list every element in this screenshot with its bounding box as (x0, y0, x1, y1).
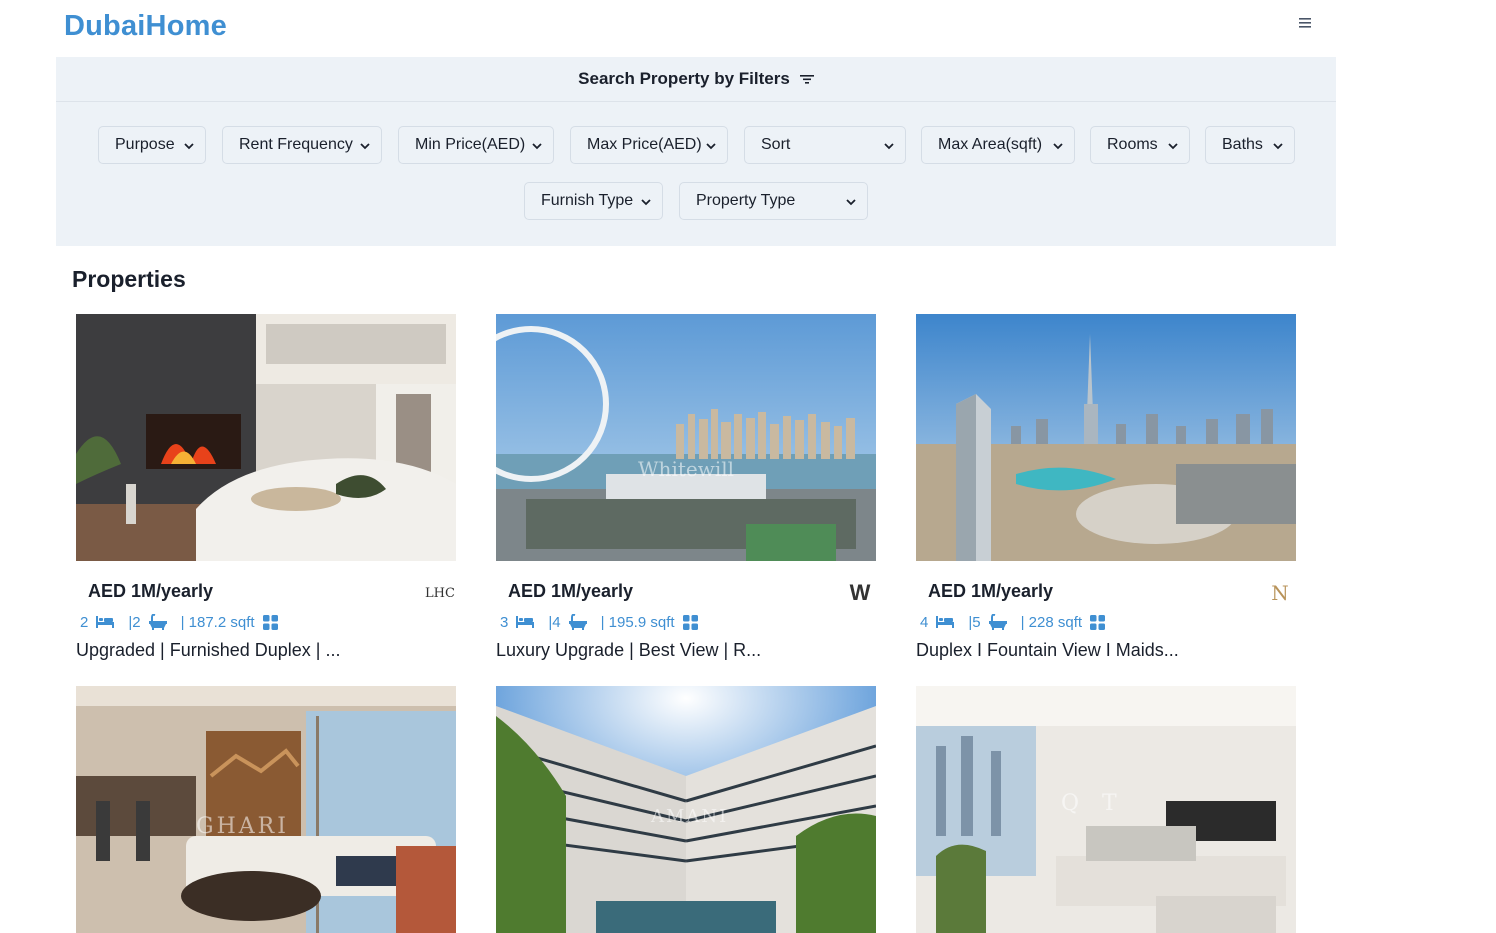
select-label: Rooms (1107, 136, 1158, 153)
property-photo[interactable]: GHARI (76, 686, 456, 933)
chevron-down-icon (641, 199, 651, 206)
select-label: Max Price(AED) (587, 136, 702, 153)
chevron-down-icon (846, 199, 856, 206)
select-label: Baths (1222, 136, 1263, 153)
filters-panel: Search Property by Filters Purpose Rent … (56, 57, 1336, 246)
photo-watermark: Q T (1061, 791, 1125, 816)
properties-heading: Properties (72, 266, 186, 292)
property-card[interactable]: Whitewill AED 1M/yearly W 3 |4 | 195.9 s… (496, 314, 876, 661)
property-photo[interactable]: Q T (916, 686, 1296, 933)
select-label: Min Price(AED) (415, 136, 526, 153)
property-photo[interactable] (76, 314, 456, 561)
filters-heading: Search Property by Filters (56, 57, 1336, 102)
baths-count: |2 (128, 613, 141, 631)
property-card[interactable]: AMANI (496, 686, 876, 933)
navbar: DubaiHome (0, 0, 1496, 56)
property-card[interactable]: AED 1M/yearly LHC 2 |2 | 187.2 sqft Upgr… (76, 314, 456, 661)
property-price: AED 1M/yearly (88, 581, 214, 601)
baths-count: |5 (968, 613, 981, 631)
rent-frequency-select[interactable]: Rent Frequency (222, 126, 382, 164)
select-label: Max Area(sqft) (938, 136, 1043, 153)
select-label: Purpose (115, 136, 175, 153)
property-card[interactable]: Q T (916, 686, 1296, 933)
bed-icon (96, 616, 115, 628)
bed-icon (516, 616, 535, 628)
area-size: | 195.9 sqft (600, 613, 675, 631)
rooms-count: 4 (920, 613, 929, 631)
property-title[interactable]: Upgraded | Furnished Duplex | ... (76, 640, 456, 661)
property-title[interactable]: Duplex I Fountain View I Maids... (916, 640, 1296, 661)
property-photo[interactable]: AMANI (496, 686, 876, 933)
chevron-down-icon (706, 143, 716, 150)
select-label: Rent Frequency (239, 136, 353, 153)
select-label: Property Type (696, 192, 796, 209)
area-size: | 228 sqft (1020, 613, 1083, 631)
property-card[interactable]: AED 1M/yearly N 4 |5 | 228 sqft Duplex I… (916, 314, 1296, 661)
property-stats: 2 |2 | 187.2 sqft (76, 611, 456, 633)
agency-logo: N (1271, 581, 1289, 605)
select-label: Furnish Type (541, 192, 634, 209)
hamburger-menu-icon[interactable] (1298, 17, 1318, 33)
property-stats: 4 |5 | 228 sqft (916, 611, 1296, 633)
property-title[interactable]: Luxury Upgrade | Best View | R... (496, 640, 876, 661)
property-photo[interactable] (916, 314, 1296, 561)
chevron-down-icon (1168, 143, 1178, 150)
agency-logo: W (849, 580, 871, 605)
photo-watermark: Whitewill (638, 457, 735, 481)
rooms-count: 2 (80, 613, 89, 631)
grid-icon (682, 614, 698, 630)
max-area-select[interactable]: Max Area(sqft) (921, 126, 1075, 164)
purpose-select[interactable]: Purpose (98, 126, 206, 164)
baths-select[interactable]: Baths (1205, 126, 1295, 164)
furnish-type-select[interactable]: Furnish Type (524, 182, 663, 220)
photo-watermark: AMANI (651, 806, 729, 827)
agency-logo: LHC (425, 585, 455, 601)
bathtub-icon (148, 614, 167, 630)
property-card[interactable]: GHARI (76, 686, 456, 933)
property-price: AED 1M/yearly (508, 581, 634, 601)
chevron-down-icon (884, 143, 894, 150)
baths-count: |4 (548, 613, 561, 631)
chevron-down-icon (184, 143, 194, 150)
rooms-count: 3 (500, 613, 509, 631)
property-type-select[interactable]: Property Type (679, 182, 868, 220)
grid-icon (262, 614, 278, 630)
select-label: Sort (761, 136, 791, 153)
sort-select[interactable]: Sort (744, 126, 906, 164)
filters-heading-text: Search Property by Filters (578, 69, 790, 88)
max-price-select[interactable]: Max Price(AED) (570, 126, 728, 164)
grid-icon (1090, 614, 1106, 630)
photo-watermark: GHARI (196, 814, 289, 839)
bed-icon (936, 616, 955, 628)
chevron-down-icon (360, 143, 370, 150)
property-price: AED 1M/yearly (928, 581, 1054, 601)
bathtub-icon (988, 614, 1007, 630)
bathtub-icon (568, 614, 587, 630)
area-size: | 187.2 sqft (180, 613, 255, 631)
site-logo[interactable]: DubaiHome (64, 10, 227, 43)
rooms-select[interactable]: Rooms (1090, 126, 1190, 164)
chevron-down-icon (1053, 143, 1063, 150)
min-price-select[interactable]: Min Price(AED) (398, 126, 554, 164)
chevron-down-icon (532, 143, 542, 150)
filter-lines-icon (799, 73, 814, 85)
chevron-down-icon (1273, 143, 1283, 150)
property-stats: 3 |4 | 195.9 sqft (496, 611, 876, 633)
property-photo[interactable]: Whitewill (496, 314, 876, 561)
